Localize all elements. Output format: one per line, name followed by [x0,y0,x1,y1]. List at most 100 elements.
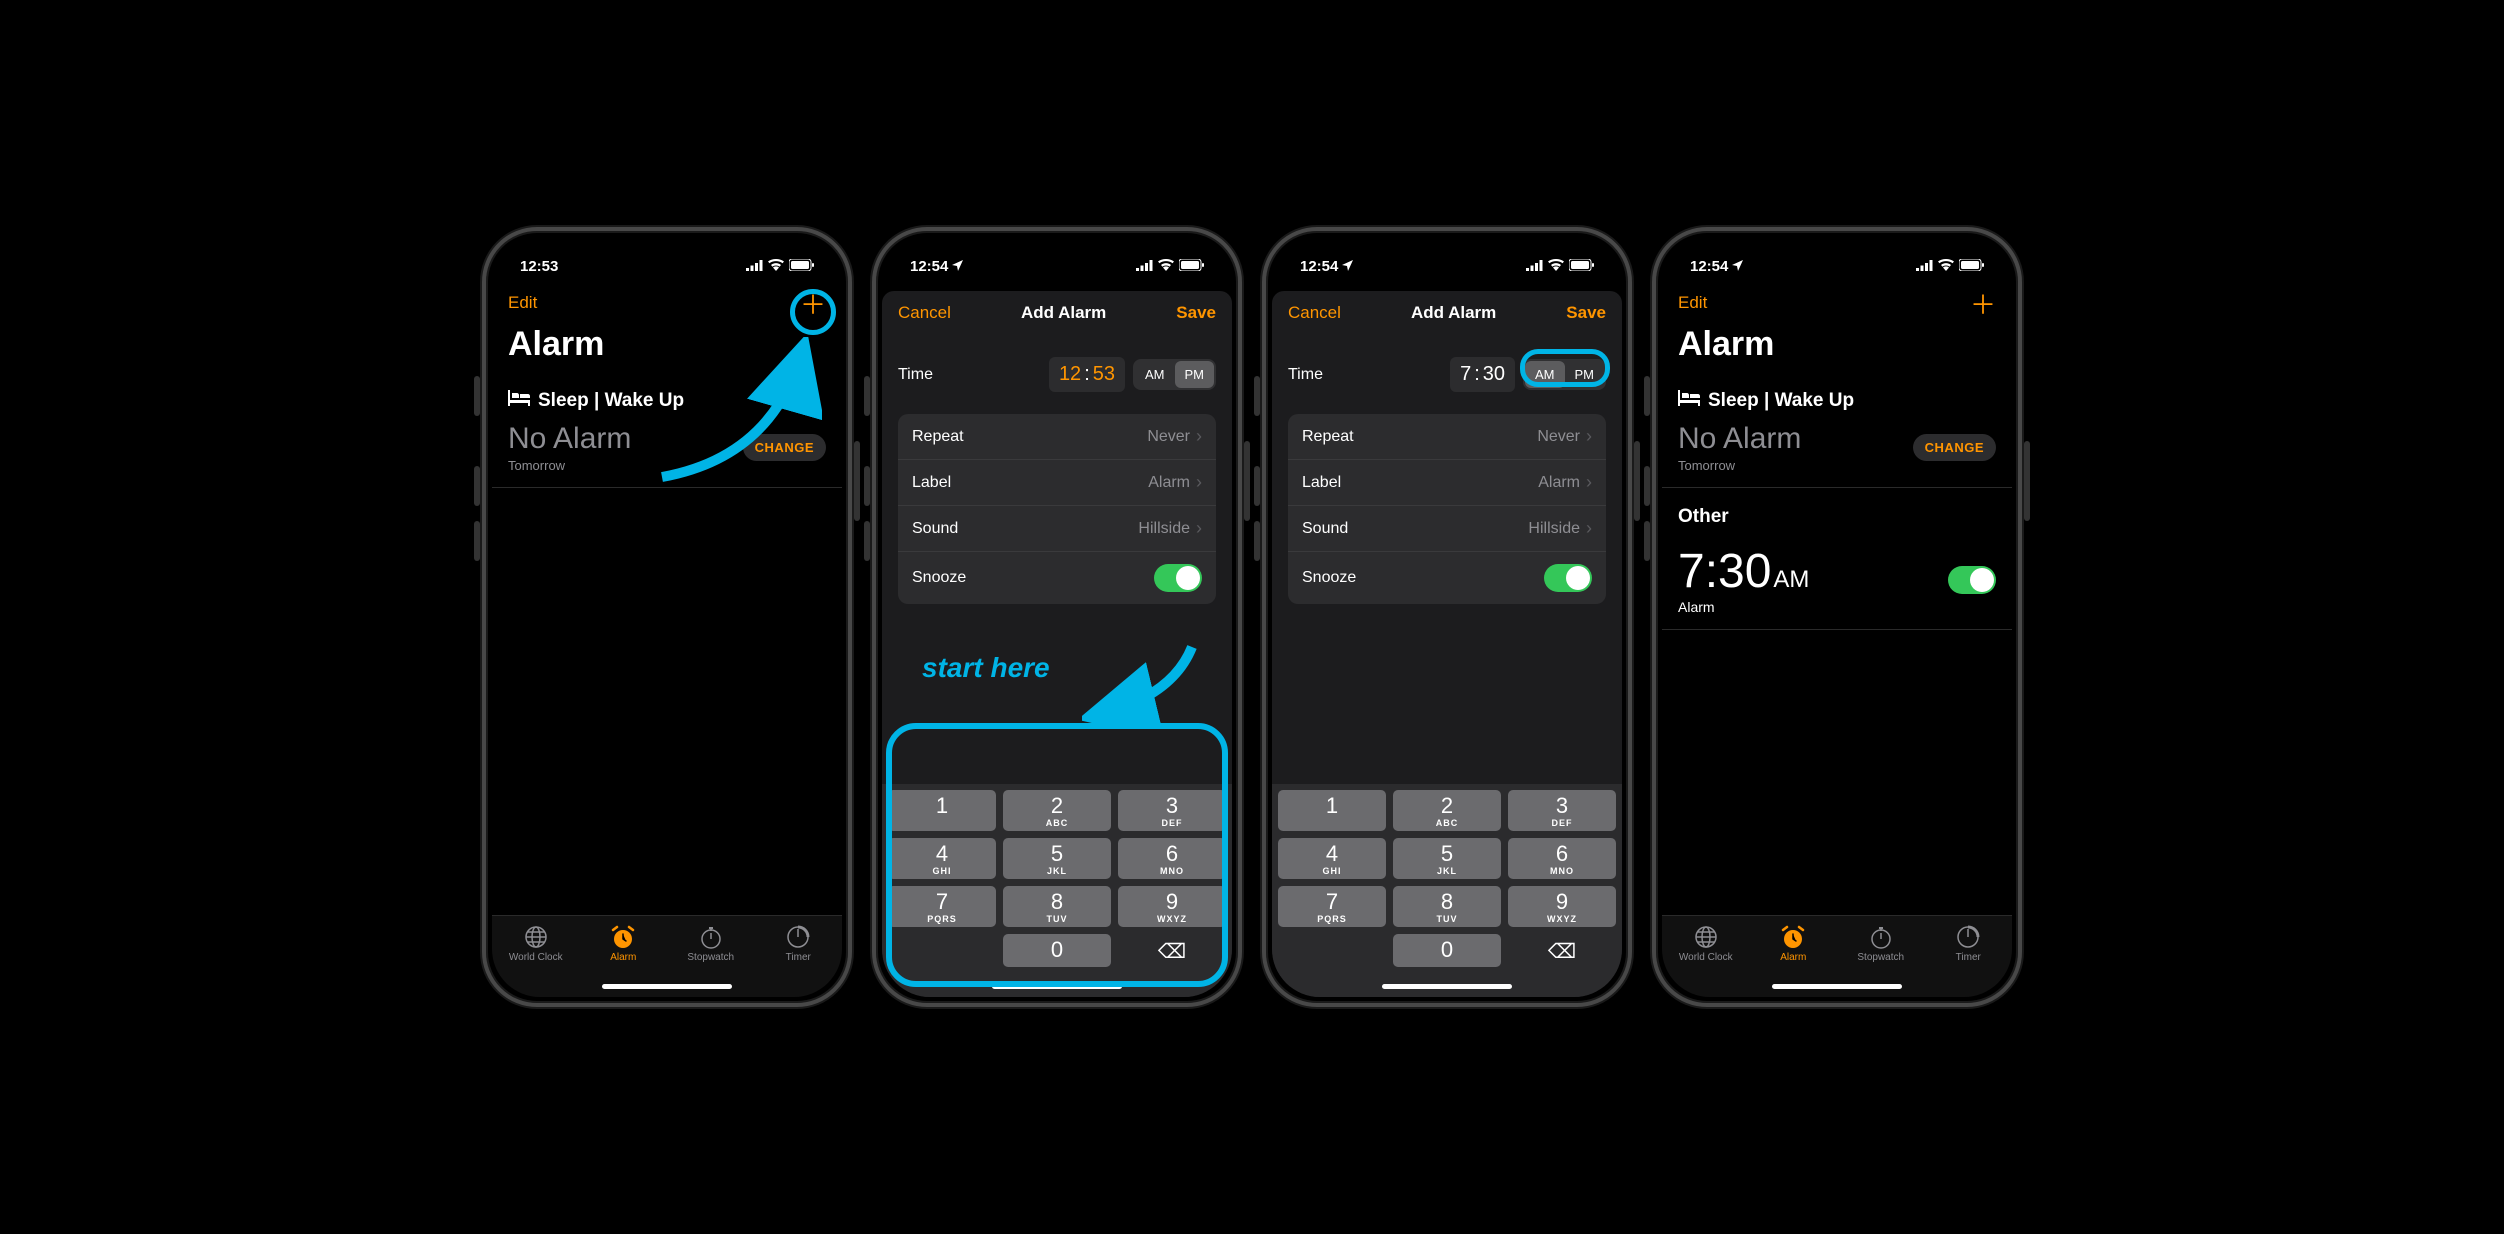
notch [1362,237,1532,267]
alarm-row[interactable]: 7:30 AM Alarm [1662,534,2012,630]
key-3[interactable]: 3DEF [1508,790,1616,831]
am-option[interactable]: AM [1135,361,1175,388]
key-7[interactable]: 7PQRS [888,886,996,927]
wifi-icon [768,258,784,275]
key-2[interactable]: 2ABC [1393,790,1501,831]
key-6[interactable]: 6MNO [1508,838,1616,879]
sound-row[interactable]: Sound Hillside› [1288,506,1606,552]
snooze-row: Snooze [898,552,1216,604]
wifi-icon [1548,258,1564,275]
bed-icon [508,390,530,412]
key-delete[interactable]: ⌫ [1118,934,1226,967]
home-indicator[interactable] [1772,984,1902,989]
notch [582,237,752,267]
pm-option[interactable]: PM [1565,361,1605,388]
status-time: 12:53 [520,258,558,275]
ampm-segment[interactable]: AM PM [1133,359,1216,390]
numeric-keypad: 1 2ABC 3DEF 4GHI 5JKL 6MNO 7PQRS 8TUV 9W… [882,784,1232,997]
key-5[interactable]: 5JKL [1393,838,1501,879]
location-icon [1342,258,1353,275]
cancel-button[interactable]: Cancel [898,303,951,323]
tab-world-clock[interactable]: World Clock [1662,924,1750,997]
key-blank [1278,934,1386,967]
chevron-right-icon: › [1196,518,1202,539]
notch [972,237,1142,267]
no-alarm-row: No Alarm Tomorrow CHANGE [1662,418,2012,488]
key-3[interactable]: 3DEF [1118,790,1226,831]
pm-option[interactable]: PM [1175,361,1215,388]
key-2[interactable]: 2ABC [1003,790,1111,831]
signal-icon [1916,258,1933,275]
key-8[interactable]: 8TUV [1003,886,1111,927]
page-title: Alarm [1662,325,2012,372]
key-6[interactable]: 6MNO [1118,838,1226,879]
add-alarm-sheet: Cancel Add Alarm Save Time 7 : 30 AM PM [1272,291,1622,997]
globe-icon [1662,924,1750,950]
change-button[interactable]: CHANGE [1913,434,1996,461]
key-1[interactable]: 1 [888,790,996,831]
tab-timer[interactable]: Timer [1925,924,2013,997]
sleep-section-header: Sleep | Wake Up [492,372,842,418]
key-blank [888,934,996,967]
change-button[interactable]: CHANGE [743,434,826,461]
key-1[interactable]: 1 [1278,790,1386,831]
screen-1: 12:53 Edit ＋ Alarm Sleep | [492,237,842,997]
notch [1752,237,1922,267]
wifi-icon [1158,258,1174,275]
home-indicator[interactable] [602,984,732,989]
nav-bar: Edit ＋ [1662,281,2012,325]
tab-timer[interactable]: Timer [755,924,843,997]
annotation-start-here: start here [922,652,1050,684]
tab-bar: World Clock Alarm Stopwatch Timer [1662,915,2012,997]
snooze-toggle[interactable] [1544,564,1592,592]
tab-world-clock[interactable]: World Clock [492,924,580,997]
add-alarm-sheet: Cancel Add Alarm Save Time 12 : 53 AM PM [882,291,1232,997]
key-8[interactable]: 8TUV [1393,886,1501,927]
alarm-options: Repeat Never› Label Alarm› Sound Hillsid… [898,414,1216,604]
cancel-button[interactable]: Cancel [1288,303,1341,323]
phone-frame-4: 12:54 Edit ＋ Alarm Sleep | Wake Up No Al… [1652,227,2022,1007]
no-alarm-text: No Alarm [1678,422,1801,456]
time-input[interactable]: 12 : 53 [1049,357,1125,392]
phone-frame-2: 12:54 Cancel Add Alarm Save Time 12 [872,227,1242,1007]
edit-button[interactable]: Edit [1678,293,1707,313]
ampm-segment[interactable]: AM PM [1523,359,1606,390]
add-alarm-button[interactable]: ＋ [1970,285,1996,322]
key-5[interactable]: 5JKL [1003,838,1111,879]
key-0[interactable]: 0 [1003,934,1111,967]
key-7[interactable]: 7PQRS [1278,886,1386,927]
save-button[interactable]: Save [1566,303,1606,323]
time-input[interactable]: 7 : 30 [1450,357,1515,392]
repeat-row[interactable]: Repeat Never› [898,414,1216,460]
phone-frame-3: 12:54 Cancel Add Alarm Save Time 7 : [1262,227,1632,1007]
no-alarm-sub: Tomorrow [1678,458,1801,473]
stopwatch-icon [667,924,755,950]
save-button[interactable]: Save [1176,303,1216,323]
key-0[interactable]: 0 [1393,934,1501,967]
sheet-title: Add Alarm [1021,303,1106,323]
timer-icon [1925,924,2013,950]
page-title: Alarm [492,325,842,372]
am-option[interactable]: AM [1525,361,1565,388]
alarm-toggle[interactable] [1948,566,1996,594]
add-alarm-button[interactable]: ＋ [800,285,826,322]
sound-row[interactable]: Sound Hillside› [898,506,1216,552]
key-4[interactable]: 4GHI [1278,838,1386,879]
home-indicator[interactable] [992,984,1122,989]
key-delete[interactable]: ⌫ [1508,934,1616,967]
key-9[interactable]: 9WXYZ [1118,886,1226,927]
backspace-icon: ⌫ [1548,939,1576,964]
edit-button[interactable]: Edit [508,293,537,313]
label-row[interactable]: Label Alarm› [1288,460,1606,506]
repeat-row[interactable]: Repeat Never› [1288,414,1606,460]
key-9[interactable]: 9WXYZ [1508,886,1616,927]
label-row[interactable]: Label Alarm› [898,460,1216,506]
snooze-toggle[interactable] [1154,564,1202,592]
chevron-right-icon: › [1586,426,1592,447]
time-row: Time 12 : 53 AM PM [882,335,1232,414]
key-4[interactable]: 4GHI [888,838,996,879]
home-indicator[interactable] [1382,984,1512,989]
bed-icon [1678,390,1700,412]
no-alarm-text: No Alarm [508,422,631,456]
sleep-section-header: Sleep | Wake Up [1662,372,2012,418]
